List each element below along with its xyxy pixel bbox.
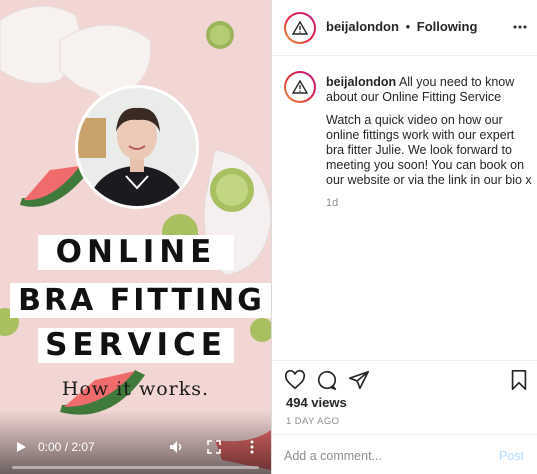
video-title-line-3: SERVICE [38, 328, 234, 363]
comment-box: Post [272, 434, 537, 474]
send-icon[interactable] [348, 369, 370, 391]
post-actions [272, 360, 537, 390]
bookmark-icon[interactable] [508, 369, 530, 391]
warning-icon [292, 21, 308, 35]
more-horizontal-icon[interactable] [512, 19, 528, 35]
presenter-portrait [75, 85, 199, 246]
heart-icon[interactable] [284, 369, 306, 391]
warning-icon [292, 80, 308, 94]
caption-avatar[interactable] [284, 71, 316, 103]
video-title-line-2: BRA FITTING [10, 283, 271, 318]
post-button[interactable]: Post [499, 449, 524, 463]
video-title-line-1: ONLINE [38, 235, 234, 270]
post-sidebar: beijalondon • Following beijalondon All … [271, 0, 537, 474]
fullscreen-icon[interactable] [206, 436, 222, 458]
caption-age: 1d [326, 197, 339, 209]
view-count[interactable]: 494 views [286, 395, 347, 410]
avatar[interactable] [284, 12, 316, 44]
caption-body: Watch a quick video on how our online fi… [326, 113, 532, 187]
play-icon[interactable] [14, 436, 28, 458]
caption-username[interactable]: beijalondon [326, 75, 396, 89]
post-header: beijalondon • Following [272, 0, 537, 56]
header-text: beijalondon • Following [326, 19, 477, 35]
post-timestamp[interactable]: 1 DAY AGO [286, 416, 339, 427]
comment-bubble-icon[interactable] [316, 369, 338, 391]
caption-text: beijalondon All you need to know about o… [326, 75, 534, 211]
video-progress-bar[interactable] [12, 466, 259, 469]
volume-icon[interactable] [168, 436, 184, 458]
video-time: 0:00 / 2:07 [38, 440, 95, 454]
comment-input[interactable] [284, 447, 474, 465]
video-subtitle: How it works. [61, 378, 210, 400]
video-controls: 0:00 / 2:07 [0, 410, 271, 474]
more-vertical-icon[interactable] [246, 436, 258, 458]
presenter-photo [78, 88, 196, 246]
following-button[interactable]: Following [417, 19, 478, 34]
video-player[interactable]: ONLINE BRA FITTING SERVICE How it works.… [0, 0, 271, 474]
header-username[interactable]: beijalondon [326, 19, 399, 34]
separator-dot: • [405, 19, 411, 34]
